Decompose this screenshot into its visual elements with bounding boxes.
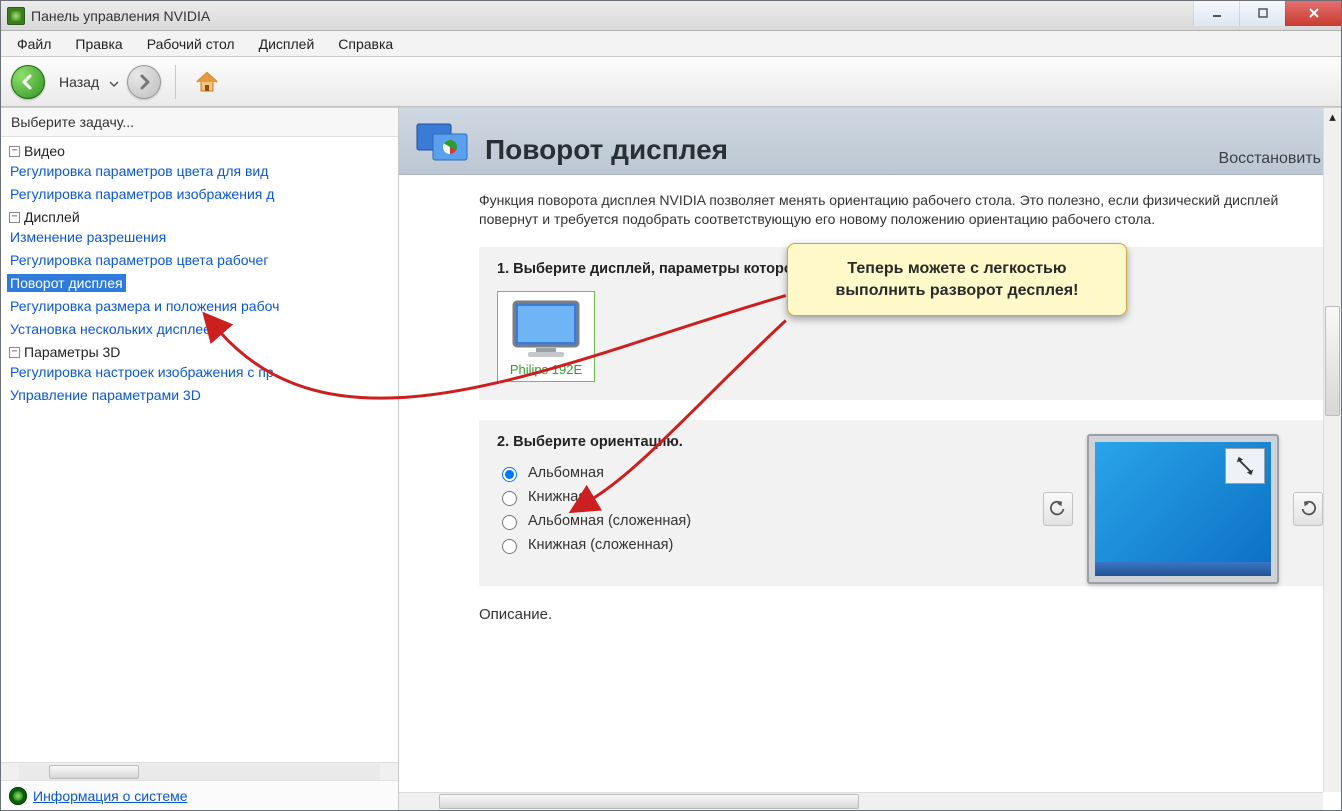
radio-label: Альбомная (сложенная): [528, 513, 691, 529]
window-buttons: [1193, 1, 1341, 30]
content-header: Поворот дисплея Восстановить: [399, 108, 1341, 175]
scrollbar-thumb[interactable]: [439, 794, 859, 809]
radio-input[interactable]: [502, 515, 517, 530]
flip-icon: [1225, 448, 1265, 484]
tree-item[interactable]: Регулировка настроек изображения с пр: [7, 363, 277, 381]
back-history-dropdown[interactable]: [109, 77, 119, 87]
description-text: Функция поворота дисплея NVIDIA позволяе…: [479, 191, 1319, 229]
radio-input[interactable]: [502, 467, 517, 482]
collapse-icon[interactable]: −: [9, 146, 20, 157]
tree-item[interactable]: Управление параметрами 3D: [7, 386, 204, 404]
content-hscrollbar[interactable]: [399, 792, 1323, 810]
radio-label: Альбомная: [528, 465, 604, 481]
menu-desktop[interactable]: Рабочий стол: [135, 31, 247, 56]
back-label: Назад: [59, 74, 99, 90]
system-info-link[interactable]: Информация о системе: [33, 788, 188, 804]
app-window: Панель управления NVIDIA Файл Правка Раб…: [0, 0, 1342, 811]
maximize-button[interactable]: [1239, 0, 1285, 26]
tree-item[interactable]: Регулировка размера и положения рабоч: [7, 297, 282, 315]
forward-button[interactable]: [127, 65, 161, 99]
title-bar: Панель управления NVIDIA: [1, 1, 1341, 31]
preview-monitor: [1087, 434, 1279, 584]
menu-bar: Файл Правка Рабочий стол Дисплей Справка: [1, 31, 1341, 57]
task-tree: − Видео Регулировка параметров цвета для…: [1, 137, 398, 762]
content-vscrollbar[interactable]: ▴: [1323, 108, 1341, 792]
preview-taskbar: [1095, 562, 1271, 576]
tree-group-label: Параметры 3D: [24, 344, 120, 360]
tree-group-display[interactable]: − Дисплей: [7, 207, 398, 227]
sidebar-footer: Информация о системе: [1, 780, 398, 810]
main-area: Выберите задачу... − Видео Регулировка п…: [1, 107, 1341, 810]
home-button[interactable]: [190, 65, 224, 99]
back-button[interactable]: [11, 65, 45, 99]
task-sidebar: Выберите задачу... − Видео Регулировка п…: [1, 108, 399, 810]
nav-toolbar: Назад: [1, 57, 1341, 107]
system-info-icon: [9, 787, 27, 805]
tree-group-label: Видео: [24, 143, 65, 159]
tree-group-3d[interactable]: − Параметры 3D: [7, 342, 398, 362]
display-name: Philips 192E: [508, 362, 584, 377]
menu-display[interactable]: Дисплей: [247, 31, 327, 56]
menu-edit[interactable]: Правка: [63, 31, 134, 56]
scrollbar-thumb[interactable]: [49, 765, 139, 779]
annotation-callout: Теперь можете с легкостью выполнить разв…: [787, 243, 1127, 316]
tree-item-selected[interactable]: Поворот дисплея: [7, 274, 126, 292]
tree-item[interactable]: Регулировка параметров цвета для вид: [7, 162, 271, 180]
tree-item[interactable]: Регулировка параметров цвета рабочег: [7, 251, 271, 269]
close-button[interactable]: [1285, 0, 1341, 26]
tree-item[interactable]: Установка нескольких дисплеев: [7, 320, 221, 338]
toolbar-separator: [175, 65, 176, 99]
radio-label: Книжная: [528, 489, 586, 505]
preview-screen: [1095, 442, 1271, 576]
rotate-cw-button[interactable]: [1293, 492, 1323, 526]
description-label: Описание.: [479, 606, 1331, 623]
radio-input[interactable]: [502, 539, 517, 554]
collapse-icon[interactable]: −: [9, 347, 20, 358]
minimize-button[interactable]: [1193, 0, 1239, 26]
sidebar-hscrollbar[interactable]: [1, 762, 398, 780]
display-thumbnail[interactable]: Philips 192E: [497, 291, 595, 382]
scrollbar-thumb[interactable]: [1325, 306, 1340, 416]
rotate-display-icon: [415, 120, 471, 166]
page-title: Поворот дисплея: [485, 134, 728, 166]
section-orientation: 2. Выберите ориентацию. Альбомная Книжна…: [479, 420, 1331, 586]
tree-item[interactable]: Регулировка параметров изображения д: [7, 185, 277, 203]
menu-file[interactable]: Файл: [5, 31, 63, 56]
monitor-icon: [508, 300, 584, 360]
tree-item[interactable]: Изменение разрешения: [7, 228, 169, 246]
content-pane: Поворот дисплея Восстановить Функция пов…: [399, 108, 1341, 810]
rotate-ccw-button[interactable]: [1043, 492, 1073, 526]
orientation-preview: [1043, 434, 1295, 584]
scroll-up-icon[interactable]: ▴: [1324, 108, 1341, 126]
window-title: Панель управления NVIDIA: [31, 8, 1187, 24]
tree-group-video[interactable]: − Видео: [7, 141, 398, 161]
app-icon: [7, 7, 25, 25]
menu-help[interactable]: Справка: [326, 31, 405, 56]
collapse-icon[interactable]: −: [9, 212, 20, 223]
radio-label: Книжная (сложенная): [528, 537, 673, 553]
tree-group-label: Дисплей: [24, 209, 80, 225]
restore-link[interactable]: Восстановить: [1219, 150, 1321, 168]
radio-input[interactable]: [502, 491, 517, 506]
sidebar-title: Выберите задачу...: [1, 108, 398, 137]
